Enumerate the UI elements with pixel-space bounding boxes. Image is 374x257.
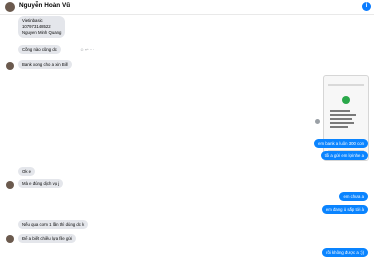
incoming-message: Vietinbasic 107973148522 Nguyen Minh Qua… bbox=[18, 16, 66, 38]
message-list: Vietinbasic 107973148522 Nguyen Minh Qua… bbox=[0, 15, 374, 257]
incoming-message: Nếu qua cơm 1 lần thì dùng dc k bbox=[18, 220, 89, 230]
sender-avatar bbox=[6, 181, 14, 189]
contact-name[interactable]: Nguyễn Hoàn Vũ bbox=[19, 2, 70, 9]
outgoing-message: em đang ủ sắp tới à bbox=[321, 205, 368, 215]
bank-logo-icon bbox=[342, 96, 350, 104]
outgoing-message: rồi không được a :)) bbox=[322, 248, 368, 257]
incoming-message: Bank xong cho a xin Bill bbox=[18, 60, 72, 70]
incoming-message: Để a biết chiều lựa file gửi bbox=[18, 234, 77, 244]
chat-header: Nguyễn Hoàn Vũ › i bbox=[0, 0, 374, 15]
outgoing-message: tối a gửi em lợinhe a bbox=[320, 151, 368, 161]
info-icon[interactable]: i bbox=[362, 2, 371, 11]
shared-screenshot-image[interactable] bbox=[323, 75, 369, 161]
sender-avatar bbox=[6, 62, 14, 70]
message-line: Nguyen Minh Quang bbox=[22, 30, 62, 35]
incoming-message: Mà e đúng dịch vụ j bbox=[18, 179, 64, 189]
outgoing-message: em chưa a bbox=[339, 192, 368, 202]
contact-avatar[interactable] bbox=[5, 2, 15, 12]
reaction-icon[interactable]: ☺ ↩ ⋯ bbox=[80, 47, 94, 52]
chevron-icon[interactable]: › bbox=[67, 2, 69, 8]
incoming-message: Cồng nào cũng dc bbox=[18, 45, 61, 55]
sender-avatar bbox=[6, 235, 14, 243]
incoming-message: Ok e bbox=[18, 167, 36, 177]
forward-icon[interactable] bbox=[315, 119, 320, 124]
outgoing-message: em bank a luôn 300 con bbox=[314, 139, 368, 149]
